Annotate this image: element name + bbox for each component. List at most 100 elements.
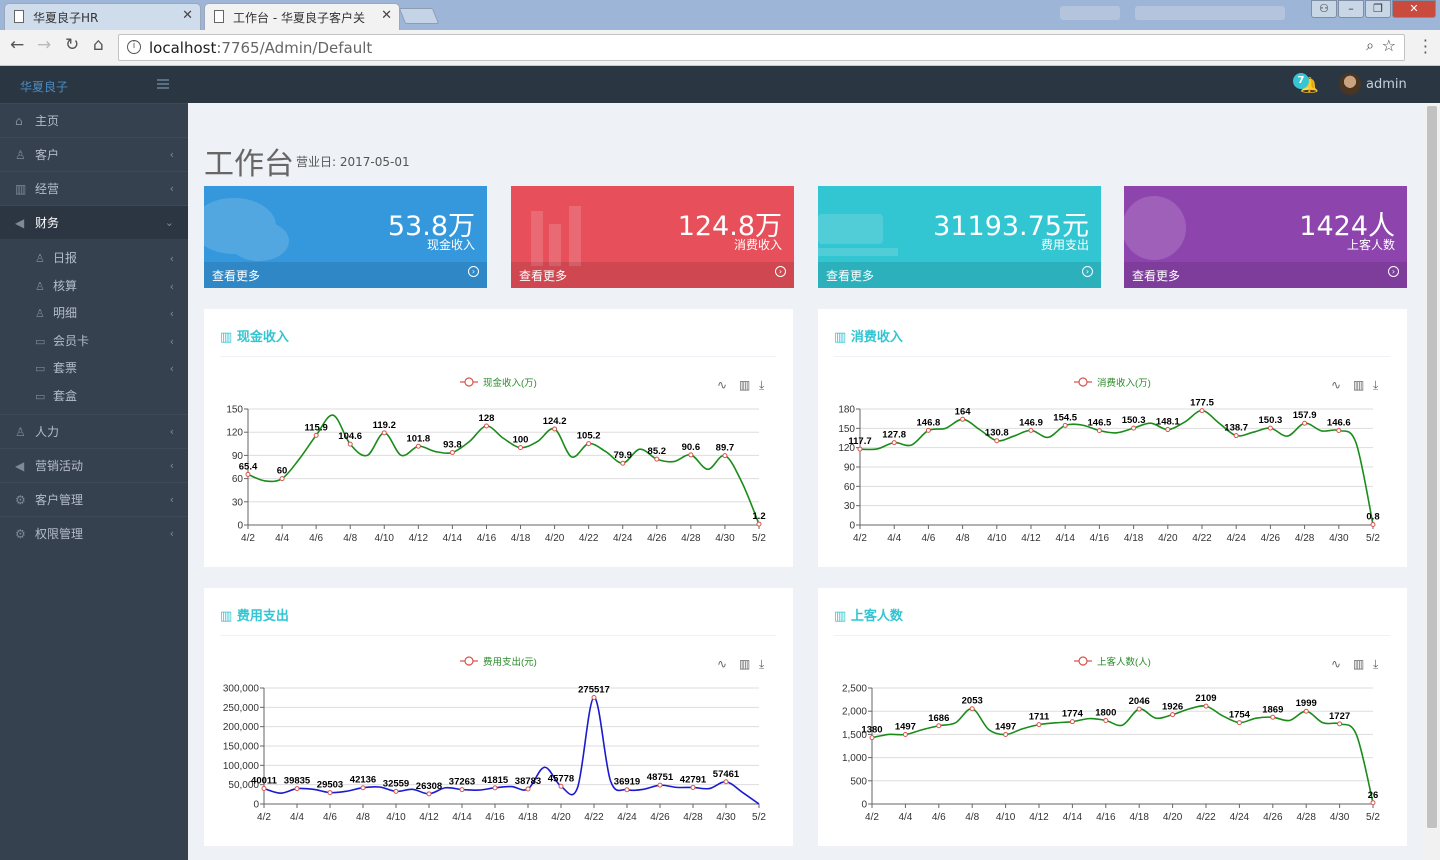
url-host: localhost xyxy=(149,39,217,57)
download-icon: ⤓ xyxy=(759,378,765,392)
sidebar-item-label: 客户管理 xyxy=(35,493,84,507)
notification-badge[interactable]: 7 xyxy=(1293,73,1309,89)
data-point xyxy=(483,423,489,429)
forward-icon[interactable]: → xyxy=(37,35,51,55)
view-more-link[interactable]: 查看更多 › xyxy=(204,262,487,288)
cart-icon xyxy=(818,214,898,256)
data-label: 89.7 xyxy=(716,443,735,454)
bookmark-star-icon[interactable]: ☆ xyxy=(1382,36,1396,55)
data-label: 117.7 xyxy=(848,436,871,447)
x-tick-label: 4/14 xyxy=(443,533,463,544)
data-label: 148.1 xyxy=(1156,417,1180,428)
close-tab-icon[interactable]: ✕ xyxy=(381,8,392,23)
data-point xyxy=(360,785,366,791)
y-tick-label: 30 xyxy=(232,497,244,508)
y-tick-label: 60 xyxy=(232,474,244,485)
sidebar-item-permission[interactable]: ⚙ 权限管理 ‹ xyxy=(0,516,188,550)
x-tick-label: 4/20 xyxy=(1163,812,1183,823)
sidebar-item-customer-mgmt[interactable]: ⚙ 客户管理 ‹ xyxy=(0,482,188,516)
data-label: 32559 xyxy=(383,778,409,789)
sidebar-item-label: 经营 xyxy=(35,182,60,196)
view-more-link[interactable]: 查看更多 › xyxy=(511,262,794,288)
data-point xyxy=(558,783,564,789)
user-icon: ♙ xyxy=(35,307,45,320)
data-label: 1999 xyxy=(1296,698,1317,709)
user-icon: ♙ xyxy=(35,252,45,265)
data-label: 1869 xyxy=(1262,704,1283,715)
home-icon[interactable]: ⌂ xyxy=(93,35,104,55)
data-label: 138.7 xyxy=(1224,423,1248,434)
sidebar-item-label: 权限管理 xyxy=(35,527,84,541)
business-date: 营业日: 2017-05-01 xyxy=(296,155,410,169)
data-label: 1497 xyxy=(895,722,916,733)
sidebar-item-label: 人力 xyxy=(35,425,60,439)
data-label: 45778 xyxy=(548,773,574,784)
back-icon[interactable]: ← xyxy=(10,35,24,55)
download-icon: ⤓ xyxy=(1373,657,1379,671)
bar-chart-icon: ▥ xyxy=(834,330,847,345)
info-icon[interactable]: i xyxy=(127,40,141,54)
gear-icon: ⚙ xyxy=(15,493,26,507)
new-tab-button[interactable] xyxy=(398,8,440,24)
reload-icon[interactable]: ↻ xyxy=(65,35,79,55)
browser-menu-icon[interactable]: · · · xyxy=(1423,33,1428,61)
bar-chart-icon xyxy=(531,206,581,266)
logo[interactable]: 华夏良子 xyxy=(20,78,68,95)
data-point xyxy=(1336,428,1342,434)
x-tick-label: 4/26 xyxy=(647,533,667,544)
url-input[interactable]: i localhost:7765/Admin/Default ⌕ ☆ xyxy=(118,34,1405,61)
x-tick-label: 4/24 xyxy=(1226,533,1246,544)
data-label: 90.6 xyxy=(682,442,701,453)
sidebar-item-marketing[interactable]: ◀ 营销活动 ‹ xyxy=(0,448,188,482)
data-label: 1711 xyxy=(1029,712,1050,723)
data-point xyxy=(1337,721,1343,727)
profile-icon[interactable]: ⚇ xyxy=(1311,0,1337,18)
x-tick-label: 4/4 xyxy=(290,812,304,823)
minimize-icon[interactable]: – xyxy=(1338,0,1364,18)
page-scrollbar-thumb[interactable] xyxy=(1427,106,1437,828)
data-label: 146.9 xyxy=(1019,417,1043,428)
close-tab-icon[interactable]: ✕ xyxy=(182,8,193,23)
sidebar-item-label: 营销活动 xyxy=(35,459,84,473)
data-point xyxy=(960,416,966,422)
sidebar-item-finance[interactable]: ◀ 财务 ⌄ xyxy=(0,205,188,239)
sidebar-sub-member-card[interactable]: ▭ 会员卡 ‹ xyxy=(0,328,188,356)
bar-chart-icon: ▥ xyxy=(15,182,27,196)
data-label: 41815 xyxy=(482,775,509,786)
view-more-link[interactable]: 查看更多 › xyxy=(818,262,1101,288)
sidebar-sub-box[interactable]: ▭ 套盒 xyxy=(0,383,188,411)
data-point xyxy=(723,779,729,785)
bar-chart-icon: ▥ xyxy=(220,330,233,345)
sidebar-sub-ticket[interactable]: ▭ 套票 ‹ xyxy=(0,355,188,383)
avatar[interactable] xyxy=(1339,73,1361,95)
stat-label: 消费收入 xyxy=(733,238,782,252)
close-window-icon[interactable]: ✕ xyxy=(1392,0,1436,18)
maximize-icon[interactable]: ❐ xyxy=(1365,0,1391,18)
y-tick-label: 0 xyxy=(849,521,855,532)
legend-marker xyxy=(1078,656,1088,666)
sidebar-item-hr[interactable]: ♙ 人力 ‹ xyxy=(0,414,188,448)
arrow-right-icon: › xyxy=(775,266,786,277)
sidebar-sub-accounting[interactable]: ♙ 核算 ‹ xyxy=(0,273,188,301)
username[interactable]: admin xyxy=(1366,77,1407,92)
x-tick-label: 4/8 xyxy=(965,812,979,823)
sidebar-sub-daily[interactable]: ♙ 日报 ‹ xyxy=(0,245,188,273)
browser-tab-bar: 华夏良子HR ✕ 工作台 - 华夏良子客户关 ✕ ⚇ – ❐ ✕ xyxy=(0,0,1440,30)
view-more-link[interactable]: 查看更多 › xyxy=(1124,262,1407,288)
sidebar-sub-label: 套盒 xyxy=(53,388,78,403)
data-label: 26 xyxy=(1368,790,1379,801)
tab-title: 华夏良子HR xyxy=(33,11,99,25)
sidebar-sub-detail[interactable]: ♙ 明细 ‹ xyxy=(0,300,188,328)
browser-tab-workbench[interactable]: 工作台 - 华夏良子客户关 ✕ xyxy=(204,3,400,30)
bar-chart-icon: ▥ xyxy=(220,609,233,624)
sidebar-item-operation[interactable]: ▥ 经营 ‹ xyxy=(0,171,188,205)
x-tick-label: 4/2 xyxy=(865,812,879,823)
user-icon: ♙ xyxy=(35,279,45,293)
zoom-icon[interactable]: ⌕ xyxy=(1366,38,1374,54)
browser-tab-hr[interactable]: 华夏良子HR ✕ xyxy=(4,3,201,30)
x-tick-label: 4/6 xyxy=(323,812,337,823)
menu-toggle-icon[interactable] xyxy=(157,79,169,89)
sidebar-item-home[interactable]: ⌂ 主页 xyxy=(0,103,188,137)
data-label: 146.6 xyxy=(1327,418,1351,429)
sidebar-item-customer[interactable]: ♙ 客户 ‹ xyxy=(0,137,188,171)
